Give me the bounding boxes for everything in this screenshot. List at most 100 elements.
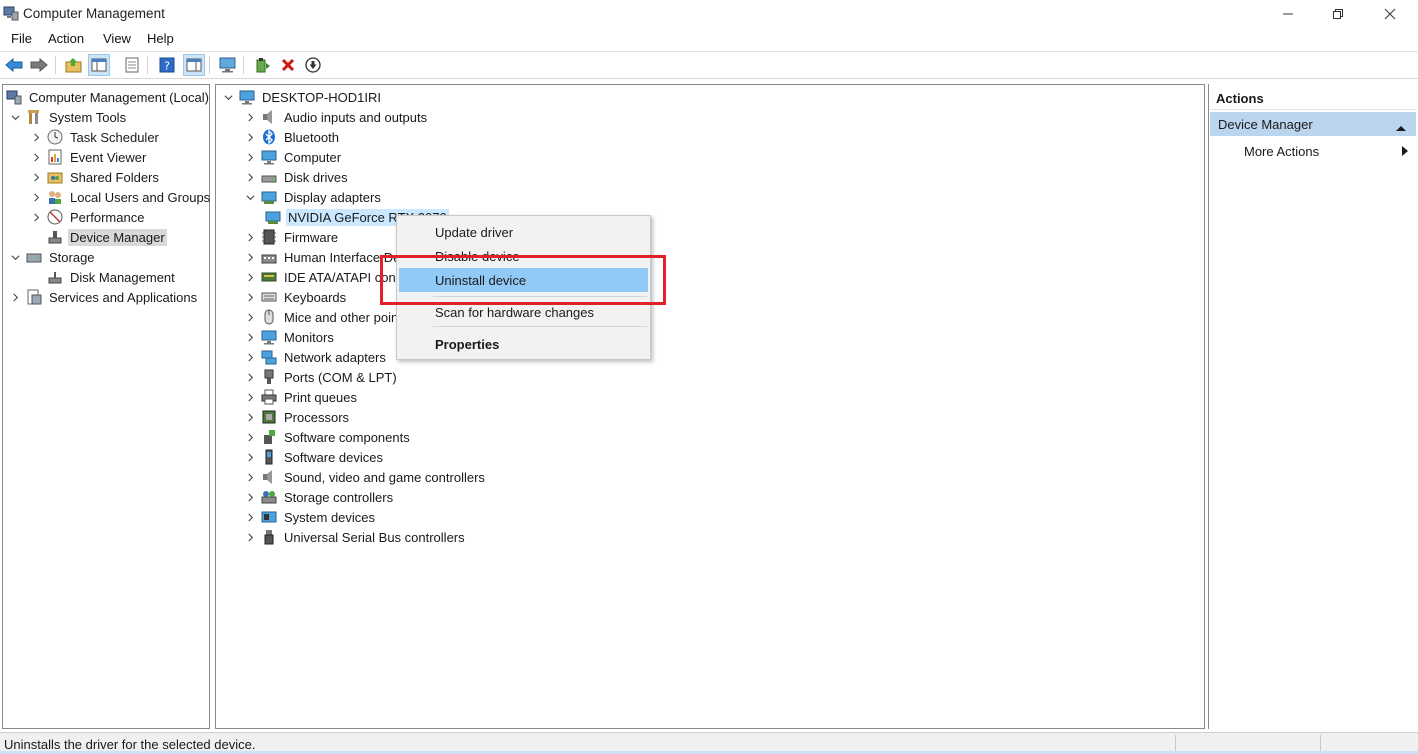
scan-hardware-button[interactable] [217, 54, 239, 76]
actions-section-label: Device Manager [1218, 117, 1313, 132]
device-category-processors[interactable]: Processors [244, 407, 351, 427]
chevron-right-icon[interactable] [9, 291, 21, 303]
device-category-universal-serial-bus-controllers[interactable]: Universal Serial Bus controllers [244, 527, 467, 547]
device-category-display-adapters[interactable]: Display adapters [244, 187, 383, 207]
restore-button[interactable] [1314, 0, 1362, 28]
chevron-right-icon[interactable] [244, 251, 256, 263]
close-button[interactable] [1366, 0, 1414, 28]
device-category-software-components[interactable]: Software components [244, 427, 412, 447]
device-category-ports-com-lpt[interactable]: Ports (COM & LPT) [244, 367, 399, 387]
show-action-pane-button[interactable] [183, 54, 205, 76]
device-category-bluetooth[interactable]: Bluetooth [244, 127, 341, 147]
chevron-right-icon[interactable] [244, 171, 256, 183]
forward-button[interactable] [28, 54, 50, 76]
tree-item-system-tools[interactable]: System Tools [9, 107, 128, 127]
tree-item-task-scheduler[interactable]: Task Scheduler [30, 127, 161, 147]
chevron-right-icon[interactable] [244, 491, 256, 503]
tree-item-performance[interactable]: Performance [30, 207, 146, 227]
chevron-right-icon[interactable] [244, 511, 256, 523]
tree-item-shared-folders[interactable]: Shared Folders [30, 167, 161, 187]
device-category-disk-drives[interactable]: Disk drives [244, 167, 350, 187]
tree-item-event-viewer[interactable]: Event Viewer [30, 147, 148, 167]
chevron-down-icon[interactable] [9, 251, 21, 263]
chevron-right-icon[interactable] [244, 431, 256, 443]
device-category-keyboards[interactable]: Keyboards [244, 287, 348, 307]
disk-drive-icon [260, 168, 278, 186]
menu-file[interactable]: File [9, 31, 34, 46]
chevron-right-icon[interactable] [244, 371, 256, 383]
actions-section-device-manager[interactable]: Device Manager [1210, 112, 1416, 136]
chevron-right-icon[interactable] [244, 151, 256, 163]
tree-item-storage[interactable]: Storage [9, 247, 97, 267]
chevron-down-icon[interactable] [9, 111, 21, 123]
disable-button[interactable] [302, 54, 324, 76]
chevron-right-icon[interactable] [244, 131, 256, 143]
chevron-right-icon[interactable] [30, 151, 42, 163]
chevron-right-icon[interactable] [30, 131, 42, 143]
device-category-computer[interactable]: Computer [244, 147, 343, 167]
chevron-right-icon[interactable] [30, 171, 42, 183]
device-category-print-queues[interactable]: Print queues [244, 387, 359, 407]
device-category-audio-inputs-and-outputs[interactable]: Audio inputs and outputs [244, 107, 429, 127]
properties-toolbar-button[interactable] [121, 54, 143, 76]
chevron-right-icon[interactable] [30, 191, 42, 203]
tree-item-local-users[interactable]: Local Users and Groups [30, 187, 212, 207]
chevron-right-icon[interactable] [244, 231, 256, 243]
help-toolbar-button[interactable]: ? [156, 54, 178, 76]
status-text: Uninstalls the driver for the selected d… [4, 737, 256, 752]
chevron-right-icon[interactable] [244, 451, 256, 463]
device-category-sound-video-and-game-controllers[interactable]: Sound, video and game controllers [244, 467, 487, 487]
tree-label: Network adapters [284, 349, 386, 365]
properties-sheet-icon [125, 57, 139, 73]
up-folder-button[interactable] [63, 54, 85, 76]
ctx-properties[interactable]: Properties [399, 332, 648, 356]
forward-arrow-icon [30, 58, 48, 72]
chevron-right-icon[interactable] [244, 471, 256, 483]
chevron-right-icon[interactable] [244, 531, 256, 543]
toolbar: ? [0, 51, 1418, 79]
chevron-right-icon[interactable] [244, 291, 256, 303]
ctx-update-driver[interactable]: Update driver [399, 220, 648, 244]
chevron-down-icon[interactable] [244, 191, 256, 203]
device-category-network-adapters[interactable]: Network adapters [244, 347, 388, 367]
uninstall-button[interactable] [277, 54, 299, 76]
console-tree-icon [91, 58, 107, 72]
more-actions-link[interactable]: More Actions [1244, 144, 1319, 159]
device-category-firmware[interactable]: Firmware [244, 227, 340, 247]
update-driver-button[interactable] [251, 54, 273, 76]
tree-item-computer-management[interactable]: Computer Management (Local) [5, 87, 211, 107]
back-button[interactable] [3, 54, 25, 76]
services-icon [25, 288, 43, 306]
system-device-icon [260, 508, 278, 526]
download-circle-icon [305, 57, 321, 73]
tree-item-disk-management[interactable]: Disk Management [46, 267, 177, 287]
software-device-icon [260, 448, 278, 466]
tree-item-services-applications[interactable]: Services and Applications [9, 287, 199, 307]
device-category-monitors[interactable]: Monitors [244, 327, 336, 347]
menu-help[interactable]: Help [145, 31, 176, 46]
collapse-triangle-icon[interactable] [1396, 120, 1406, 135]
printer-icon [260, 388, 278, 406]
chevron-right-icon[interactable] [244, 111, 256, 123]
chevron-right-icon[interactable] [244, 271, 256, 283]
chevron-right-icon[interactable] [244, 391, 256, 403]
show-hide-tree-button[interactable] [88, 54, 110, 76]
chevron-right-icon[interactable] [244, 351, 256, 363]
device-tree-root[interactable]: DESKTOP-HOD1IRI [222, 87, 383, 107]
mouse-icon [260, 308, 278, 326]
chevron-right-icon[interactable] [244, 311, 256, 323]
minimize-button[interactable] [1264, 0, 1312, 28]
firmware-icon [260, 228, 278, 246]
menu-action[interactable]: Action [46, 31, 86, 46]
red-x-icon [281, 58, 295, 72]
chevron-right-icon[interactable] [244, 411, 256, 423]
usb-icon [260, 528, 278, 546]
chevron-right-icon[interactable] [244, 331, 256, 343]
tree-item-device-manager[interactable]: Device Manager [46, 227, 167, 247]
device-category-software-devices[interactable]: Software devices [244, 447, 385, 467]
chevron-down-icon[interactable] [222, 91, 234, 103]
menu-view[interactable]: View [101, 31, 133, 46]
chevron-right-icon[interactable] [30, 211, 42, 223]
device-category-storage-controllers[interactable]: Storage controllers [244, 487, 395, 507]
device-category-system-devices[interactable]: System devices [244, 507, 377, 527]
